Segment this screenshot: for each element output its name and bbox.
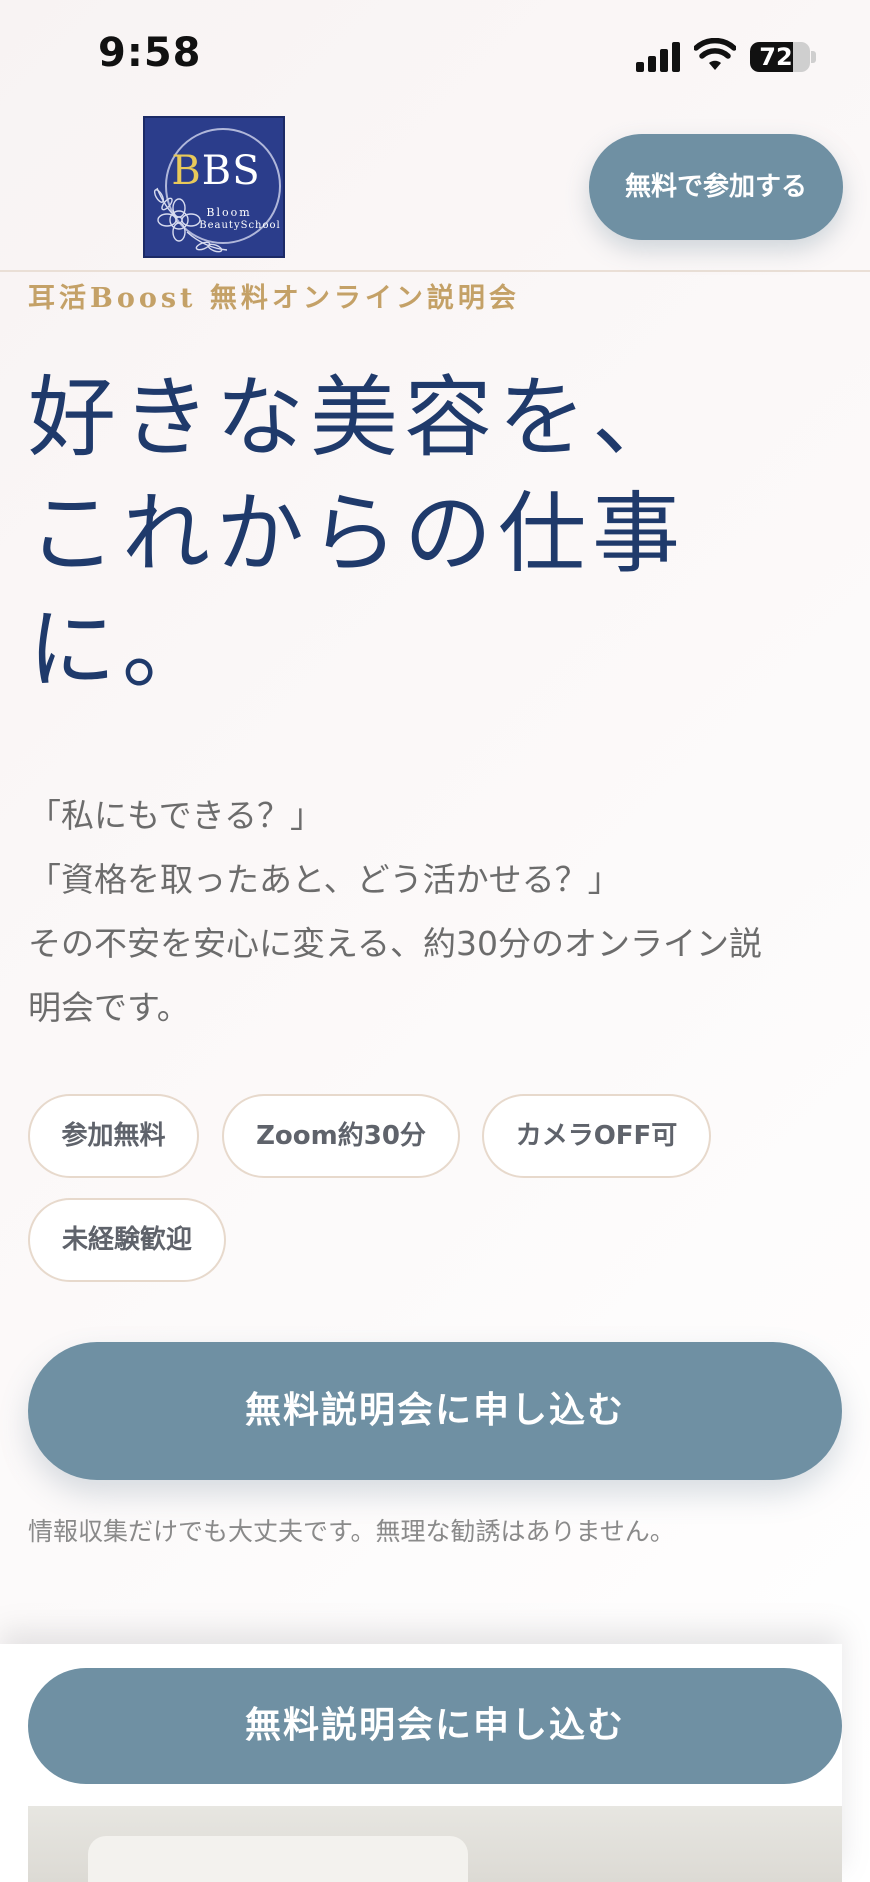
battery-nub	[811, 51, 816, 63]
wifi-icon	[694, 38, 736, 70]
sticky-apply-button[interactable]: 無料説明会に申し込む	[28, 1668, 842, 1784]
intro-line: その不安を安心に変える、約30分のオンライン説	[28, 924, 763, 963]
headline-line: に。	[28, 598, 217, 701]
tag-free: 参加無料	[28, 1094, 199, 1178]
logo-subtitle-school: BeautySchool	[199, 220, 281, 231]
eyebrow-text: 耳活Boost 無料オンライン説明会	[28, 283, 520, 314]
logo-wordmark: BBS	[171, 148, 261, 194]
photo-object	[88, 1836, 468, 1882]
intro-line: 「資格を取ったあと、どう活かせる？」	[28, 860, 621, 899]
headline-line: 好きな美容を、	[28, 366, 687, 469]
tag-camera-off: カメラOFF可	[482, 1094, 711, 1178]
tag-beginners-welcome: 未経験歓迎	[28, 1198, 226, 1282]
intro-line: 明会です。	[28, 988, 190, 1027]
site-header: BBS Bloom BeautySchool 無料で参加する	[0, 112, 870, 272]
apply-briefing-button[interactable]: 無料説明会に申し込む	[28, 1342, 842, 1480]
hero-headline: 好きな美容を、 これからの仕事 に。	[28, 360, 788, 708]
status-bar: 9:58 72	[0, 0, 870, 112]
cellular-signal-icon	[636, 42, 680, 72]
bbs-logo[interactable]: BBS Bloom BeautySchool	[143, 116, 285, 258]
intro-text: 「私にもできる？」 「資格を取ったあと、どう活かせる？」 その不安を安心に変える…	[28, 784, 848, 1040]
headline-line: これからの仕事	[28, 482, 687, 585]
reassurance-text: 情報収集だけでも大丈夫です。無理な勧誘はありません。	[28, 1517, 675, 1546]
logo-subtitle-bloom: Bloom	[206, 206, 252, 219]
sticky-bottom-bar: 無料説明会に申し込む	[0, 1644, 842, 1882]
battery-level-text: 72	[759, 43, 793, 71]
intro-line: 「私にもできる？」	[28, 796, 324, 835]
hero-photo	[28, 1806, 842, 1882]
tag-zoom-30min: Zoom約30分	[222, 1094, 460, 1178]
join-free-button[interactable]: 無料で参加する	[589, 134, 843, 240]
battery-icon: 72	[750, 42, 810, 72]
status-time: 9:58	[98, 30, 202, 76]
